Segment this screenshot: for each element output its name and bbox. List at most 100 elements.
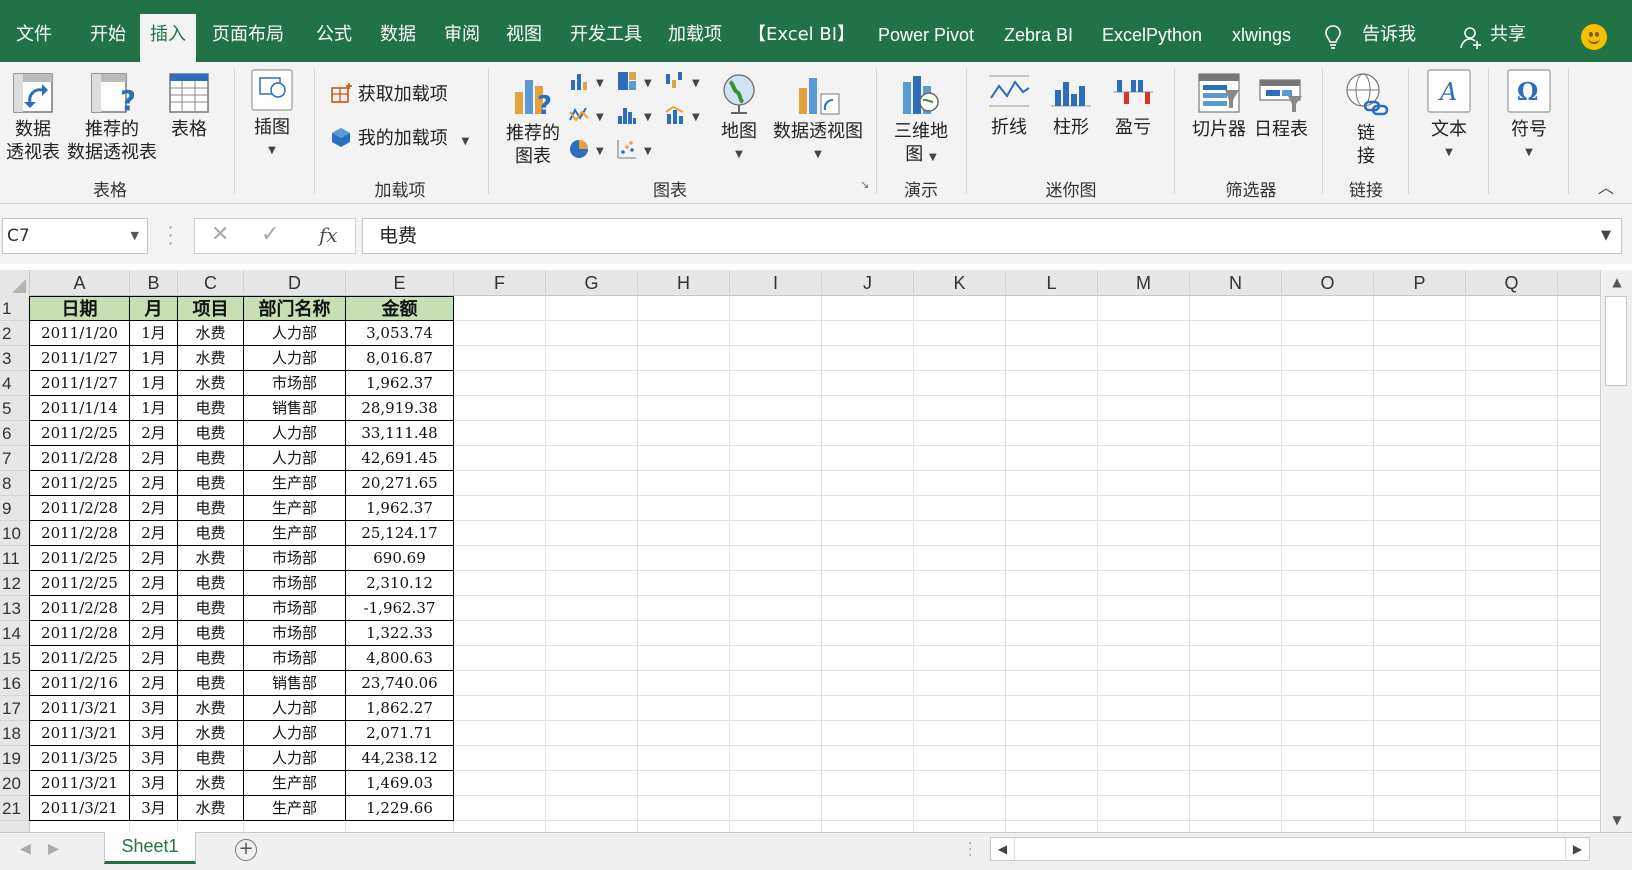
table-cell[interactable]: 2011/2/25 (29, 571, 130, 596)
table-cell[interactable]: 人力部 (244, 746, 346, 771)
column-header[interactable]: F (454, 270, 546, 296)
header-cell[interactable]: 部门名称 (244, 296, 346, 321)
row-header[interactable]: 5 (0, 396, 30, 421)
row-header[interactable]: 9 (0, 496, 30, 521)
more-options-icon[interactable]: · · · (168, 220, 173, 252)
table-cell[interactable]: 电费 (178, 421, 244, 446)
table-cell[interactable]: 25,124.17 (346, 521, 454, 546)
table-cell[interactable]: 电费 (178, 571, 244, 596)
add-sheet-button[interactable]: + (235, 839, 257, 861)
column-header[interactable]: O (1282, 270, 1374, 296)
tell-me-box[interactable]: 告诉我 (1362, 24, 1416, 46)
chevron-down-icon[interactable]: ▼ (596, 78, 604, 89)
table-cell[interactable]: 生产部 (244, 771, 346, 796)
table-cell[interactable]: 人力部 (244, 696, 346, 721)
column-header[interactable]: I (730, 270, 822, 296)
recommended-charts-button[interactable]: ? 推荐的 图表 (504, 72, 562, 168)
row-header[interactable]: 17 (0, 696, 30, 721)
maps-button[interactable]: 地图 ▼ (716, 72, 762, 166)
table-cell[interactable]: 水费 (178, 771, 244, 796)
column-chart-button[interactable] (568, 70, 590, 92)
row-header[interactable]: 2 (0, 321, 30, 346)
row-header[interactable]: 12 (0, 571, 30, 596)
sheet-tab-sheet1[interactable]: Sheet1 (104, 832, 196, 864)
row-header[interactable]: 8 (0, 471, 30, 496)
enter-icon[interactable]: ✓ (261, 222, 279, 247)
tab-power-pivot[interactable]: Power Pivot (878, 24, 974, 46)
chevron-down-icon[interactable]: ▼ (644, 146, 652, 157)
sparkline-winloss-button[interactable]: 盈亏 (1108, 72, 1158, 139)
illustrations-button[interactable]: 插图 ▼ (248, 68, 296, 162)
table-cell[interactable]: 2月 (130, 471, 178, 496)
table-cell[interactable]: 2011/1/27 (29, 346, 130, 371)
table-cell[interactable]: 2011/2/28 (29, 621, 130, 646)
smiley-icon[interactable] (1581, 24, 1607, 50)
table-cell[interactable]: 2011/2/25 (29, 421, 130, 446)
table-cell[interactable]: 20,271.65 (346, 471, 454, 496)
my-addins-button[interactable]: 我的加载项 ▼ (330, 126, 469, 153)
table-cell[interactable]: 2月 (130, 421, 178, 446)
table-cell[interactable]: 8,016.87 (346, 346, 454, 371)
pivot-table-button[interactable]: 数据 透视表 (6, 72, 60, 164)
pivot-chart-button[interactable]: 数据透视图 ▼ (772, 72, 864, 166)
tab-excel-bi[interactable]: 【Excel BI】 (748, 24, 855, 46)
tab-xlwings[interactable]: xlwings (1232, 24, 1291, 46)
column-header[interactable]: E (346, 270, 454, 296)
waterfall-chart-button[interactable] (664, 70, 686, 92)
table-cell[interactable]: 2月 (130, 646, 178, 671)
row-header[interactable]: 16 (0, 671, 30, 696)
combo-chart-button[interactable] (664, 104, 686, 126)
table-cell[interactable]: 2月 (130, 671, 178, 696)
chevron-down-icon[interactable]: ▼ (644, 78, 652, 89)
tab-splitter-icon[interactable]: · · · (968, 837, 972, 863)
table-cell[interactable]: 电费 (178, 596, 244, 621)
link-button[interactable]: 链 接 (1338, 72, 1394, 168)
timeline-button[interactable]: 日程表 (1252, 72, 1310, 141)
pie-chart-button[interactable] (568, 138, 590, 160)
table-cell[interactable]: 1月 (130, 321, 178, 346)
table-cell[interactable]: 1,862.27 (346, 696, 454, 721)
row-header[interactable]: 6 (0, 421, 30, 446)
lightbulb-icon[interactable] (1324, 24, 1342, 54)
table-cell[interactable]: 2011/2/25 (29, 546, 130, 571)
table-cell[interactable]: 1,469.03 (346, 771, 454, 796)
row-header[interactable]: 3 (0, 346, 30, 371)
collapse-ribbon-icon[interactable]: ︿ (1598, 174, 1614, 198)
table-cell[interactable]: 人力部 (244, 321, 346, 346)
table-cell[interactable]: 销售部 (244, 671, 346, 696)
table-cell[interactable]: -1,962.37 (346, 596, 454, 621)
table-cell[interactable]: 2011/3/21 (29, 721, 130, 746)
table-cell[interactable]: 3月 (130, 721, 178, 746)
slicer-button[interactable]: 切片器 (1190, 72, 1248, 141)
column-header[interactable]: G (546, 270, 638, 296)
table-cell[interactable]: 电费 (178, 496, 244, 521)
column-header[interactable]: N (1190, 270, 1282, 296)
tab-review[interactable]: 审阅 (444, 24, 480, 46)
table-cell[interactable]: 2月 (130, 571, 178, 596)
row-header[interactable]: 13 (0, 596, 30, 621)
table-cell[interactable]: 水费 (178, 796, 244, 821)
table-cell[interactable]: 电费 (178, 471, 244, 496)
table-cell[interactable]: 水费 (178, 696, 244, 721)
table-cell[interactable]: 市场部 (244, 621, 346, 646)
dialog-launcher-icon[interactable]: ↘ (860, 178, 869, 191)
table-cell[interactable]: 28,919.38 (346, 396, 454, 421)
table-cell[interactable]: 42,691.45 (346, 446, 454, 471)
scroll-down-icon[interactable]: ▼ (1601, 808, 1632, 832)
row-header[interactable]: 18 (0, 721, 30, 746)
row-header[interactable]: 11 (0, 546, 30, 571)
table-cell[interactable]: 电费 (178, 646, 244, 671)
table-cell[interactable]: 人力部 (244, 721, 346, 746)
column-header[interactable]: J (822, 270, 914, 296)
table-cell[interactable]: 2011/2/28 (29, 521, 130, 546)
table-cell[interactable]: 3月 (130, 746, 178, 771)
expand-formula-icon[interactable]: ▼ (1601, 219, 1611, 253)
table-cell[interactable]: 人力部 (244, 346, 346, 371)
table-cell[interactable]: 1,322.33 (346, 621, 454, 646)
text-button[interactable]: A 文本 ▼ (1424, 68, 1474, 164)
table-cell[interactable]: 人力部 (244, 421, 346, 446)
scroll-right-icon[interactable]: ▶ (1565, 838, 1589, 860)
table-cell[interactable]: 水费 (178, 546, 244, 571)
table-cell[interactable]: 水费 (178, 346, 244, 371)
row-header[interactable]: 21 (0, 796, 30, 821)
